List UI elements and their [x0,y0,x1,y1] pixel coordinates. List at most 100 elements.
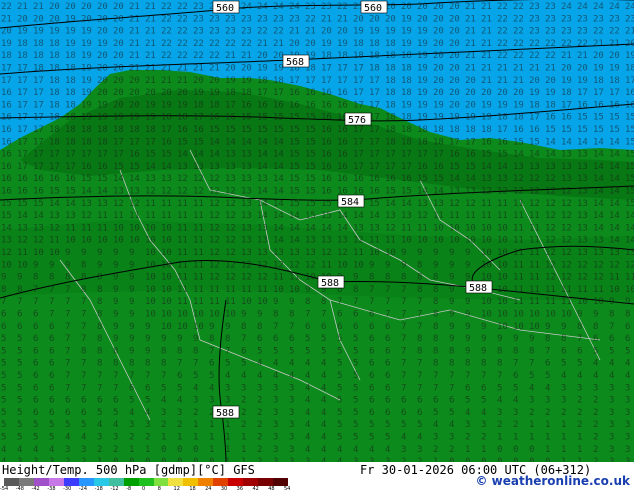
grid-digit: 8 [545,334,550,344]
grid-digit: 6 [465,383,470,393]
grid-digit: 22 [161,51,172,61]
grid-digit: 12 [225,199,236,209]
grid-digit: 9 [1,273,6,283]
credit-link[interactable]: © weatheronline.co.uk [475,474,630,488]
grid-digit: 11 [593,285,604,295]
grid-digit: 19 [81,64,92,74]
grid-digit: 4 [321,396,326,406]
grid-digit: 20 [17,14,28,24]
grid-digit: 13 [321,236,332,246]
grid-digit: 21 [145,64,156,74]
colorbar-segment [243,478,259,486]
grid-digit: 19 [17,27,28,37]
grid-digit: 13 [241,223,252,233]
grid-digit: 5 [417,420,422,430]
grid-digit: 7 [65,322,70,332]
grid-digit: 8 [433,359,438,369]
grid-digit: 9 [433,260,438,270]
grid-digit: 12 [545,260,556,270]
grid-digit: 4 [321,383,326,393]
grid-digit: 10 [161,322,172,332]
grid-digit: 10 [161,297,172,307]
grid-digit: 16 [513,125,524,135]
grid-digit: 8 [241,322,246,332]
grid-digit: 4 [369,445,374,455]
grid-digit: 12 [209,187,220,197]
grid-digit: 12 [257,260,268,270]
grid-digit: 18 [385,113,396,123]
grid-digit: 16 [289,88,300,98]
grid-digit: 14 [513,150,524,160]
grid-digit: 9 [33,260,38,270]
grid-digit: 24 [625,2,634,12]
grid-digit: 5 [369,420,374,430]
grid-digit: 11 [545,285,556,295]
grid-digit: 16 [481,137,492,147]
grid-digit: 18 [337,51,348,61]
contour-label: 568 [286,57,304,68]
grid-digit: 2 [193,408,198,418]
grid-digit: 13 [337,236,348,246]
grid-digit: 20 [449,27,460,37]
grid-digit: 11 [529,285,540,295]
grid-digit: 1 [161,433,166,443]
grid-digit: 13 [241,199,252,209]
grid-digit: 10 [113,223,124,233]
grid-digit: 9 [145,346,150,356]
grid-digit: 3 [609,383,614,393]
grid-digit: 3 [545,396,550,406]
grid-digit: 24 [257,2,268,12]
grid-digit: 3 [289,408,294,418]
grid-digit: 18 [49,76,60,86]
colorbar-segment [4,478,19,486]
grid-digit: 20 [385,14,396,24]
grid-digit: 8 [609,310,614,320]
contour-label: 576 [348,115,366,126]
grid-digit: 9 [545,322,550,332]
grid-digit: 1 [145,445,150,455]
grid-digit: 20 [113,88,124,98]
grid-digit: 11 [497,211,508,221]
grid-digit: 8 [417,260,422,270]
grid-digit: 7 [417,310,422,320]
colorbar-tick: -8 [126,486,132,492]
grid-digit: 5 [1,383,6,393]
grid-digit: 11 [193,260,204,270]
grid-digit: 19 [321,39,332,49]
grid-digit: 18 [369,51,380,61]
grid-digit: 17 [17,137,28,147]
grid-digit: 5 [225,359,230,369]
grid-digit: 16 [129,150,140,160]
grid-digit: 4 [465,408,470,418]
grid-digit: 20 [97,64,108,74]
grid-digit: 11 [481,211,492,221]
grid-digit: 9 [481,322,486,332]
grid-digit: 10 [145,223,156,233]
grid-digit: 17 [337,64,348,74]
grid-digit: 16 [321,174,332,184]
grid-digit: 19 [49,27,60,37]
grid-digit: 5 [353,420,358,430]
grid-digit: 8 [433,297,438,307]
grid-digit: 5 [481,396,486,406]
grid-digit: 12 [225,273,236,283]
grid-digit: 19 [417,76,428,86]
grid-digit: 9 [129,334,134,344]
grid-digit: 20 [449,100,460,110]
grid-digit: 6 [97,396,102,406]
grid-digit: 20 [401,2,412,12]
grid-digit: 1 [577,433,582,443]
grid-digit: 19 [401,100,412,110]
grid-digit: 17 [353,100,364,110]
grid-digit: 8 [417,285,422,295]
grid-digit: 18 [385,137,396,147]
grid-digit: 11 [321,260,332,270]
grid-digit: 17 [625,76,634,86]
grid-digit: 4 [321,371,326,381]
grid-digit: 22 [545,39,556,49]
grid-digit: 13 [577,211,588,221]
grid-digit: 14 [257,137,268,147]
grid-digit: 11 [129,211,140,221]
grid-digit: 20 [433,39,444,49]
grid-digit: 16 [321,113,332,123]
